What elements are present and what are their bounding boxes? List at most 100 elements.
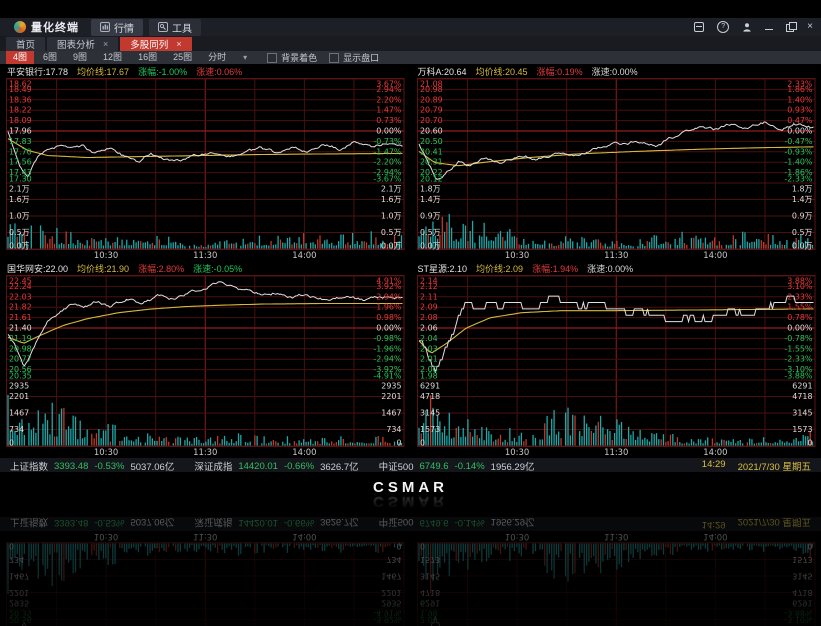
svg-text:1.4万: 1.4万 <box>791 195 812 204</box>
svg-text:0.00%: 0.00% <box>376 126 402 135</box>
svg-text:0: 0 <box>9 541 14 550</box>
svg-text:11:30: 11:30 <box>604 447 628 457</box>
tab-close-icon[interactable]: × <box>176 39 181 49</box>
svg-text:2201: 2201 <box>381 588 401 597</box>
chart-panel-pingan[interactable]: 平安银行:17.78 均价线:17.67 涨幅:-1.00% 涨速:0.06% … <box>5 66 406 261</box>
svg-text:-1.96%: -1.96% <box>373 344 402 353</box>
svg-text:20.31: 20.31 <box>419 158 442 167</box>
svg-text:0.5万: 0.5万 <box>381 228 402 237</box>
svg-text:-2.94%: -2.94% <box>373 355 402 364</box>
svg-text:10:30: 10:30 <box>504 250 528 260</box>
avg-price-label: 均价线:2.09 <box>476 263 523 275</box>
close-icon[interactable]: × <box>807 22 813 32</box>
svg-text:2.06: 2.06 <box>419 323 437 332</box>
svg-text:0.00%: 0.00% <box>376 323 402 332</box>
user-icon[interactable] <box>742 22 752 32</box>
csmar-logo-reflection: CSMAR <box>373 493 448 510</box>
chart-panel-stxingyuan[interactable]: ST星源:2.10 均价线:2.09 涨幅:1.94% 涨速:0.00% 2.1… <box>416 263 817 458</box>
dropdown-caret-icon[interactable]: ▾ <box>235 53 255 62</box>
chart-canvas[interactable]: 2.142.122.112.092.082.062.042.032.012.00… <box>416 275 817 458</box>
index-shenzhen[interactable]: 深证成指 14420.01 -0.66% 3626.7亿 <box>194 459 358 472</box>
checkbox-show-orderbook[interactable]: 显示盘口 <box>329 51 379 64</box>
layout-9-button[interactable]: 9图 <box>66 51 94 64</box>
svg-text:1.8万: 1.8万 <box>419 184 440 193</box>
chart-panel-guohua[interactable]: 国华网安:22.00 均价线:21.90 涨幅:2.80% 涨速:-0.05% … <box>5 263 406 458</box>
layout-12-button[interactable]: 12图 <box>96 51 129 64</box>
svg-text:0.00%: 0.00% <box>787 126 813 135</box>
svg-text:1.6万: 1.6万 <box>9 195 30 204</box>
layout-16-button[interactable]: 16图 <box>131 51 164 64</box>
gridlines <box>417 276 815 447</box>
intraday-button[interactable]: 分时 <box>201 51 233 64</box>
change-label: 涨幅:0.19% <box>537 66 583 78</box>
index-csi500[interactable]: 中证500 6749.6 -0.14% 1956.29亿 <box>379 459 535 472</box>
svg-text:-3.88%: -3.88% <box>784 608 813 617</box>
layout-25-button[interactable]: 25图 <box>166 51 199 64</box>
checkbox-box[interactable] <box>267 53 277 63</box>
tab-chart-analysis[interactable]: 图表分析 × <box>47 37 118 51</box>
index-value: 3393.48 <box>54 461 88 472</box>
svg-text:2935: 2935 <box>381 598 401 607</box>
feedback-icon[interactable] <box>694 22 704 32</box>
index-shanghai[interactable]: 上证指数 3393.48 -0.53% 5037.06亿 <box>10 459 174 472</box>
time-label: 14:29 <box>702 459 726 472</box>
watermark-zone: CSMAR CSMAR <box>0 472 821 517</box>
svg-text:14:00: 14:00 <box>703 250 727 260</box>
app-window: 量化终端 行情 工具 ? × 首页 图 <box>0 0 821 472</box>
layout-6-button[interactable]: 6图 <box>36 51 64 64</box>
svg-text:18.36: 18.36 <box>9 95 32 104</box>
svg-text:-1.47%: -1.47% <box>373 147 402 156</box>
svg-text:4718: 4718 <box>419 392 439 401</box>
svg-text:-0.73%: -0.73% <box>373 137 402 146</box>
checkbox-box[interactable] <box>329 53 339 63</box>
layout-4-button[interactable]: 4图 <box>6 51 34 64</box>
svg-text:20.77: 20.77 <box>9 355 32 364</box>
svg-text:22.03: 22.03 <box>9 292 32 301</box>
svg-text:1573: 1573 <box>792 555 812 564</box>
tab-close-icon[interactable]: × <box>103 39 108 49</box>
svg-text:2.1万: 2.1万 <box>9 184 30 193</box>
speed-label: 涨速:-0.05% <box>193 263 242 275</box>
svg-text:0: 0 <box>419 541 424 550</box>
svg-text:21.82: 21.82 <box>9 303 32 312</box>
svg-text:10:30: 10:30 <box>94 250 118 260</box>
svg-text:1.0万: 1.0万 <box>9 211 30 220</box>
svg-text:-0.47%: -0.47% <box>784 137 813 146</box>
svg-text:2201: 2201 <box>381 392 401 401</box>
app-logo-icon <box>14 21 26 33</box>
change-label: 涨幅:-1.00% <box>138 66 187 78</box>
svg-text:11:30: 11:30 <box>193 447 217 457</box>
svg-text:0.0万: 0.0万 <box>419 241 440 250</box>
chart-canvas[interactable]: 18.6218.4918.3618.2218.0917.9617.8317.70… <box>5 78 406 261</box>
svg-text:0: 0 <box>9 438 14 447</box>
svg-text:10:30: 10:30 <box>504 532 528 542</box>
index-name: 中证500 <box>379 459 414 472</box>
chart-header: ST星源:2.10 均价线:2.09 涨幅:1.94% 涨速:0.00% <box>416 263 817 275</box>
svg-text:21.61: 21.61 <box>9 313 32 322</box>
svg-text:0: 0 <box>419 438 424 447</box>
minimize-icon[interactable] <box>765 29 773 30</box>
svg-text:11:30: 11:30 <box>193 532 217 542</box>
tab-home-label: 首页 <box>16 37 35 51</box>
tab-home[interactable]: 首页 <box>6 37 45 51</box>
chart-panel-vanke[interactable]: 万科A:20.64 均价线:20.45 涨幅:0.19% 涨速:0.00% 21… <box>416 66 817 261</box>
svg-text:20.89: 20.89 <box>419 95 442 104</box>
help-icon[interactable]: ? <box>717 21 729 33</box>
svg-text:0.5万: 0.5万 <box>791 228 812 237</box>
svg-text:6291: 6291 <box>419 381 439 390</box>
menu-tools[interactable]: 工具 <box>149 19 201 36</box>
chart-canvas[interactable]: 22.4522.2422.0321.8221.6121.4021.1920.98… <box>5 275 406 458</box>
restore-icon[interactable] <box>786 24 794 32</box>
svg-text:-4.91%: -4.91% <box>373 371 402 380</box>
svg-text:4718: 4718 <box>419 588 439 597</box>
svg-text:-2.33%: -2.33% <box>784 174 813 183</box>
tab-multi-stock[interactable]: 多股同列 × <box>120 37 191 51</box>
chart-header: 平安银行:17.78 均价线:17.67 涨幅:-1.00% 涨速:0.06% <box>5 66 406 78</box>
chart-canvas[interactable]: 21.0820.9820.8920.7920.7020.6020.5020.41… <box>416 78 817 261</box>
checkbox-background-shading[interactable]: 背景着色 <box>267 51 317 64</box>
volume-bars <box>418 214 812 249</box>
menu-market[interactable]: 行情 <box>91 19 143 36</box>
menu-market-label: 行情 <box>114 20 134 35</box>
svg-text:2.00: 2.00 <box>419 615 437 624</box>
status-bar: 上证指数 3393.48 -0.53% 5037.06亿 深证成指 14420.… <box>0 458 821 472</box>
